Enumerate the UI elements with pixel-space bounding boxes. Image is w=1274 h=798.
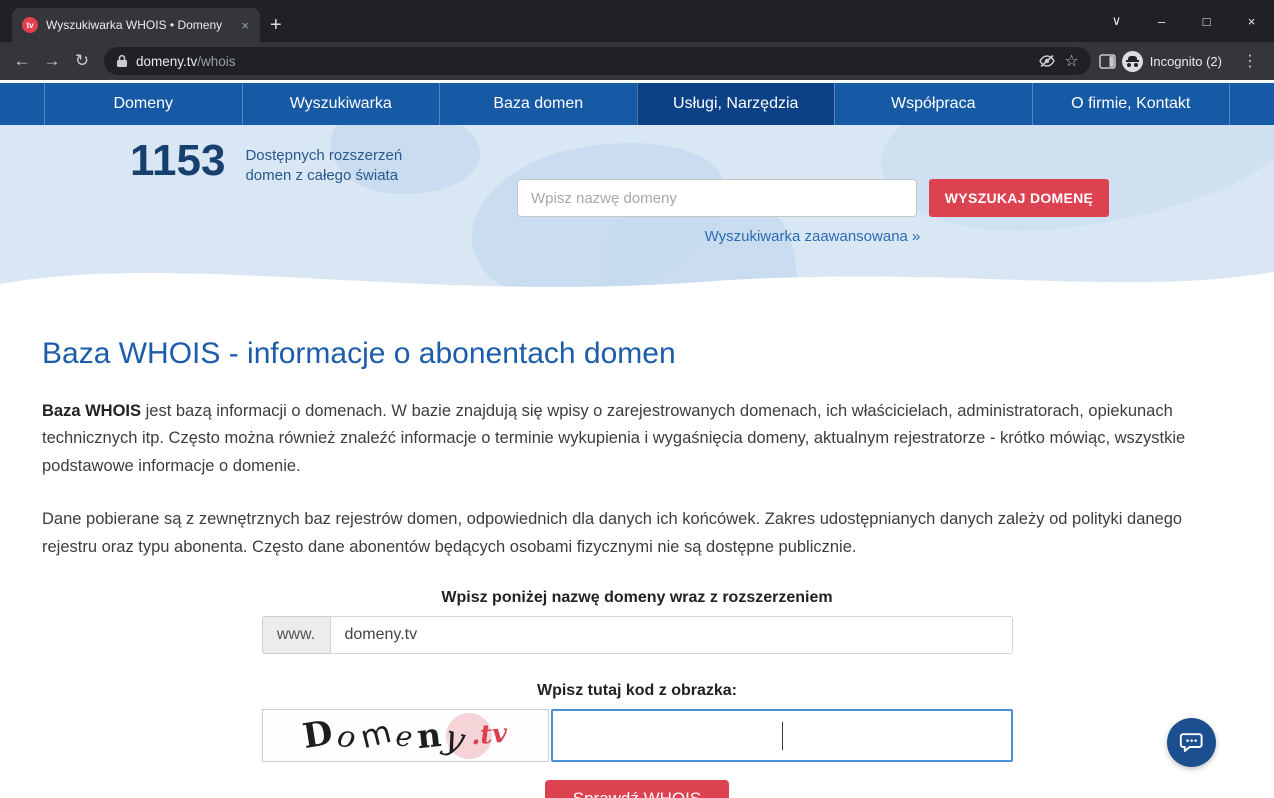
browser-menu-icon[interactable]: ⋮ xyxy=(1234,51,1266,71)
captcha-letter: D xyxy=(301,716,335,754)
nav-item-uslugi-narzedzia[interactable]: Usługi, Narzędzia xyxy=(637,83,835,125)
page-title: Baza WHOIS - informacje o abonentach dom… xyxy=(42,337,1232,371)
url-text[interactable]: domeny.tv/whois xyxy=(136,54,1030,69)
forward-button[interactable]: → xyxy=(38,47,66,75)
domain-search-bar: WYSZUKAJ DOMENĘ xyxy=(517,179,1109,217)
new-tab-button[interactable]: + xyxy=(270,15,282,35)
tab-title: Wyszukiwarka WHOIS • Domeny xyxy=(46,18,230,32)
whois-form: Wpisz poniżej nazwę domeny wraz z rozsze… xyxy=(262,589,1013,798)
url-host: domeny.tv xyxy=(136,54,197,69)
incognito-label: Incognito (2) xyxy=(1150,54,1222,69)
captcha-field-label: Wpisz tutaj kod z obrazka: xyxy=(262,682,1013,700)
captcha-letter: .tv xyxy=(470,721,508,749)
browser-window: tv Wyszukiwarka WHOIS • Domeny × + ∨ – □… xyxy=(0,0,1274,798)
main-content: Baza WHOIS - informacje o abonentach dom… xyxy=(0,311,1274,798)
back-button[interactable]: ← xyxy=(8,47,36,75)
incognito-icon xyxy=(1122,51,1143,72)
domain-name-input[interactable] xyxy=(330,616,1013,654)
browser-tab-bar: tv Wyszukiwarka WHOIS • Domeny × + ∨ – □… xyxy=(0,0,1274,42)
browser-tab[interactable]: tv Wyszukiwarka WHOIS • Domeny × xyxy=(12,8,260,42)
tracking-protection-icon[interactable] xyxy=(1038,54,1056,68)
text-cursor xyxy=(782,722,783,750)
domain-search-input[interactable] xyxy=(517,179,917,217)
domain-field-label: Wpisz poniżej nazwę domeny wraz z rozsze… xyxy=(262,589,1013,607)
window-controls: ∨ – □ × xyxy=(1094,0,1274,42)
extensions-counter: 1153 Dostępnych rozszerzeń domen z całeg… xyxy=(130,137,402,187)
minimize-button[interactable]: – xyxy=(1139,0,1184,42)
url-path: /whois xyxy=(197,54,235,69)
incognito-badge: Incognito (2) xyxy=(1118,48,1232,75)
extensions-caption: Dostępnych rozszerzeń domen z całego świ… xyxy=(245,137,402,187)
captcha-letter: m xyxy=(357,717,394,754)
nav-item-wyszukiwarka[interactable]: Wyszukiwarka xyxy=(242,83,440,125)
address-bar[interactable]: domeny.tv/whois ☆ xyxy=(104,47,1091,75)
data-source-paragraph: Dane pobierane są z zewnętrznych baz rej… xyxy=(42,506,1232,561)
intro-lead: Baza WHOIS xyxy=(42,402,141,420)
chat-icon xyxy=(1179,731,1205,755)
check-whois-button[interactable]: Sprawdź WHOIS xyxy=(545,780,729,798)
side-panel-icon[interactable] xyxy=(1099,54,1116,69)
nav-item-wspolpraca[interactable]: Współpraca xyxy=(834,83,1032,125)
tab-close-icon[interactable]: × xyxy=(238,18,252,33)
wave-decoration xyxy=(0,250,1274,311)
nav-item-baza-domen[interactable]: Baza domen xyxy=(439,83,637,125)
captcha-input[interactable] xyxy=(551,709,1013,762)
nav-item-domeny[interactable]: Domeny xyxy=(44,83,242,125)
captcha-letter: e xyxy=(394,722,414,752)
extensions-count: 1153 xyxy=(130,137,225,185)
lock-icon xyxy=(116,54,128,68)
close-window-button[interactable]: × xyxy=(1229,0,1274,42)
bookmark-star-icon[interactable]: ☆ xyxy=(1064,51,1078,71)
intro-paragraph: Baza WHOIS jest bazą informacji o domena… xyxy=(42,398,1232,480)
site-navigation: Domeny Wyszukiwarka Baza domen Usługi, N… xyxy=(0,80,1274,125)
site-favicon: tv xyxy=(22,17,38,33)
tab-search-icon[interactable]: ∨ xyxy=(1094,0,1139,42)
captcha-letter: n xyxy=(416,718,443,753)
captcha-row: D o m e n y .tv xyxy=(262,709,1013,762)
domain-search-button[interactable]: WYSZUKAJ DOMENĘ xyxy=(929,179,1109,217)
captcha-letter: o xyxy=(334,722,357,755)
browser-toolbar: ← → ↻ domeny.tv/whois ☆ Incognito (2) ⋮ xyxy=(0,42,1274,80)
chat-widget-button[interactable] xyxy=(1167,718,1216,767)
submit-row: Sprawdź WHOIS xyxy=(262,780,1013,798)
reload-button[interactable]: ↻ xyxy=(68,47,96,75)
domain-field-row: www. xyxy=(262,616,1013,654)
nav-item-o-firmie-kontakt[interactable]: O firmie, Kontakt xyxy=(1032,83,1231,125)
captcha-image: D o m e n y .tv xyxy=(262,709,549,762)
hero-banner: 1153 Dostępnych rozszerzeń domen z całeg… xyxy=(0,125,1274,311)
advanced-search-link[interactable]: Wyszukiwarka zaawansowana » xyxy=(517,228,1108,245)
www-prefix: www. xyxy=(262,616,330,654)
maximize-button[interactable]: □ xyxy=(1184,0,1229,42)
